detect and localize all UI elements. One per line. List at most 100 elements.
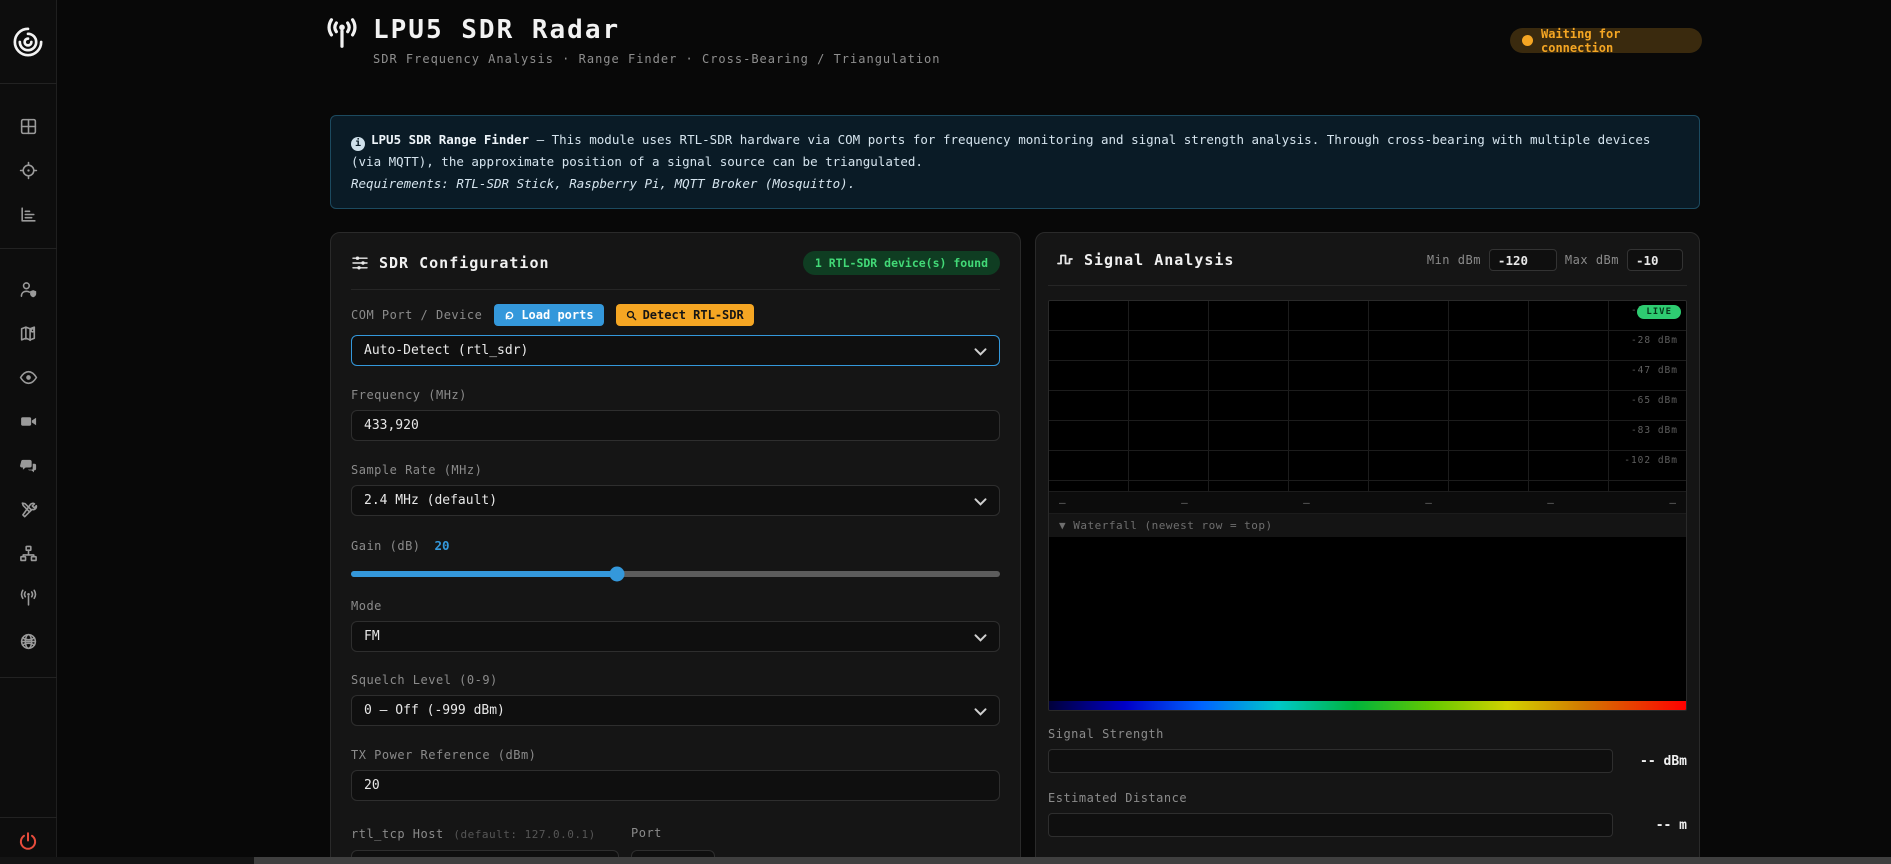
app-root: LPU5 SDR Radar SDR Frequency Analysis · …	[0, 0, 1891, 864]
host-label: rtl_tcp Host	[351, 827, 444, 841]
waterfall-display	[1049, 537, 1686, 701]
spectrum-display: -10 dBm -28 dBm -47 dBm -65 dBm -83 dBm …	[1048, 300, 1687, 711]
signal-strength-value: -- dBm	[1640, 754, 1687, 769]
network-icon	[19, 544, 38, 563]
sidebar-item-target[interactable]	[0, 148, 57, 192]
db-scale-label: -28 dBm	[1631, 335, 1678, 346]
tools-icon	[19, 500, 38, 519]
page-title: LPU5 SDR Radar	[373, 14, 941, 46]
squelch-label: Squelch Level (0-9)	[351, 673, 1000, 687]
horizontal-scrollbar-thumb[interactable]	[254, 857, 1891, 864]
sample-rate-label: Sample Rate (MHz)	[351, 463, 1000, 477]
gain-value: 20	[435, 538, 450, 553]
estimated-distance-bar	[1048, 813, 1613, 837]
db-scale-label: -47 dBm	[1631, 365, 1678, 376]
load-ports-button[interactable]: Load ports	[494, 304, 603, 326]
tx-power-input[interactable]	[351, 770, 1000, 801]
video-camera-icon	[19, 412, 38, 431]
db-scale-label: -65 dBm	[1631, 395, 1678, 406]
device-found-badge: 1 RTL-SDR device(s) found	[803, 251, 1000, 275]
info-requirements: Requirements: RTL-SDR Stick, Raspberry P…	[351, 176, 855, 191]
sidebar-item-sdr-radar[interactable]	[0, 575, 57, 619]
spectrum-plot: -10 dBm -28 dBm -47 dBm -65 dBm -83 dBm …	[1049, 301, 1686, 491]
chat-bubbles-icon	[19, 456, 38, 475]
sidebar-divider	[0, 248, 57, 249]
gain-slider[interactable]	[351, 571, 1000, 577]
panel-title: SDR Configuration	[379, 254, 550, 272]
signal-strength-label: Signal Strength	[1048, 727, 1687, 741]
gain-slider-fill	[351, 571, 617, 577]
info-icon: i	[351, 137, 365, 151]
sidebar-item-dashboard[interactable]	[0, 104, 57, 148]
sidebar-item-tools[interactable]	[0, 487, 57, 531]
sidebar	[0, 0, 57, 864]
host-hint: (default: 127.0.0.1)	[453, 828, 595, 841]
globe-icon	[19, 632, 38, 651]
sidebar-item-watch[interactable]	[0, 355, 57, 399]
sidebar-item-analytics[interactable]	[0, 192, 57, 236]
app-logo-icon	[12, 26, 44, 58]
sidebar-item-user-security[interactable]	[0, 267, 57, 311]
sliders-icon	[351, 254, 369, 272]
sdr-configuration-panel: SDR Configuration 1 RTL-SDR device(s) fo…	[330, 232, 1021, 864]
page-subtitle: SDR Frequency Analysis · Range Finder · …	[373, 52, 941, 66]
bar-chart-icon	[19, 205, 38, 224]
antenna-icon	[325, 16, 359, 50]
max-dbm-input[interactable]	[1627, 249, 1683, 271]
max-dbm-label: Max dBm	[1565, 253, 1619, 267]
sample-rate-select[interactable]: 2.4 MHz (default)	[351, 485, 1000, 516]
frequency-label: Frequency (MHz)	[351, 388, 1000, 402]
min-dbm-input[interactable]	[1489, 249, 1557, 271]
waterfall-header: ▼ Waterfall (newest row = top)	[1049, 513, 1686, 537]
sidebar-item-network[interactable]	[0, 531, 57, 575]
db-scale-label: -83 dBm	[1631, 425, 1678, 436]
frequency-axis: –– –– ––	[1049, 491, 1686, 513]
square-wave-icon	[1056, 251, 1074, 269]
min-dbm-label: Min dBm	[1427, 253, 1481, 267]
sidebar-item-chat[interactable]	[0, 443, 57, 487]
crosshair-icon	[19, 161, 38, 180]
db-scale-label: -102 dBm	[1624, 455, 1678, 466]
estimated-distance-label: Estimated Distance	[1048, 791, 1687, 805]
squelch-select[interactable]: 0 – Off (-999 dBm)	[351, 695, 1000, 726]
status-text: Waiting for connection	[1541, 27, 1690, 55]
port-label: Port	[631, 826, 715, 840]
info-box: i LPU5 SDR Range Finder – This module use…	[330, 115, 1700, 209]
info-title: LPU5 SDR Range Finder	[371, 132, 529, 147]
grid-icon	[19, 117, 38, 136]
live-badge: LIVE	[1637, 305, 1681, 319]
gain-label: Gain (dB)	[351, 539, 421, 553]
app-logo[interactable]	[0, 0, 57, 84]
com-port-label: COM Port / Device	[351, 308, 482, 322]
sidebar-divider	[0, 677, 57, 678]
status-dot-icon	[1522, 35, 1533, 46]
chevron-down-icon	[974, 634, 987, 642]
eye-icon	[19, 368, 38, 387]
sidebar-item-camera[interactable]	[0, 399, 57, 443]
gain-slider-thumb[interactable]	[610, 567, 625, 582]
refresh-icon	[504, 310, 515, 321]
device-select[interactable]: Auto-Detect (rtl_sdr)	[351, 335, 1000, 366]
panel-title: Signal Analysis	[1084, 251, 1234, 269]
magnifier-icon	[626, 310, 637, 321]
power-icon	[18, 831, 38, 851]
chevron-down-icon	[974, 708, 987, 716]
mode-select[interactable]: FM	[351, 621, 1000, 652]
antenna-icon	[19, 588, 38, 607]
map-pin-icon	[19, 324, 38, 343]
horizontal-scrollbar	[0, 857, 1891, 864]
signal-analysis-panel: Signal Analysis Min dBm Max dBm -10 dBm …	[1035, 232, 1700, 864]
info-body: – This module uses RTL-SDR hardware via …	[351, 132, 1650, 169]
sidebar-item-map[interactable]	[0, 311, 57, 355]
user-shield-icon	[19, 280, 38, 299]
mode-label: Mode	[351, 599, 1000, 613]
tx-power-label: TX Power Reference (dBm)	[351, 748, 1000, 762]
estimated-distance-value: -- m	[1656, 818, 1687, 833]
sidebar-item-web[interactable]	[0, 619, 57, 663]
connection-status-badge: Waiting for connection	[1510, 28, 1702, 53]
waterfall-color-scale	[1049, 701, 1686, 710]
frequency-input[interactable]	[351, 410, 1000, 441]
chevron-down-icon	[974, 498, 987, 506]
chevron-down-icon	[974, 348, 987, 356]
detect-rtl-sdr-button[interactable]: Detect RTL-SDR	[616, 304, 754, 326]
